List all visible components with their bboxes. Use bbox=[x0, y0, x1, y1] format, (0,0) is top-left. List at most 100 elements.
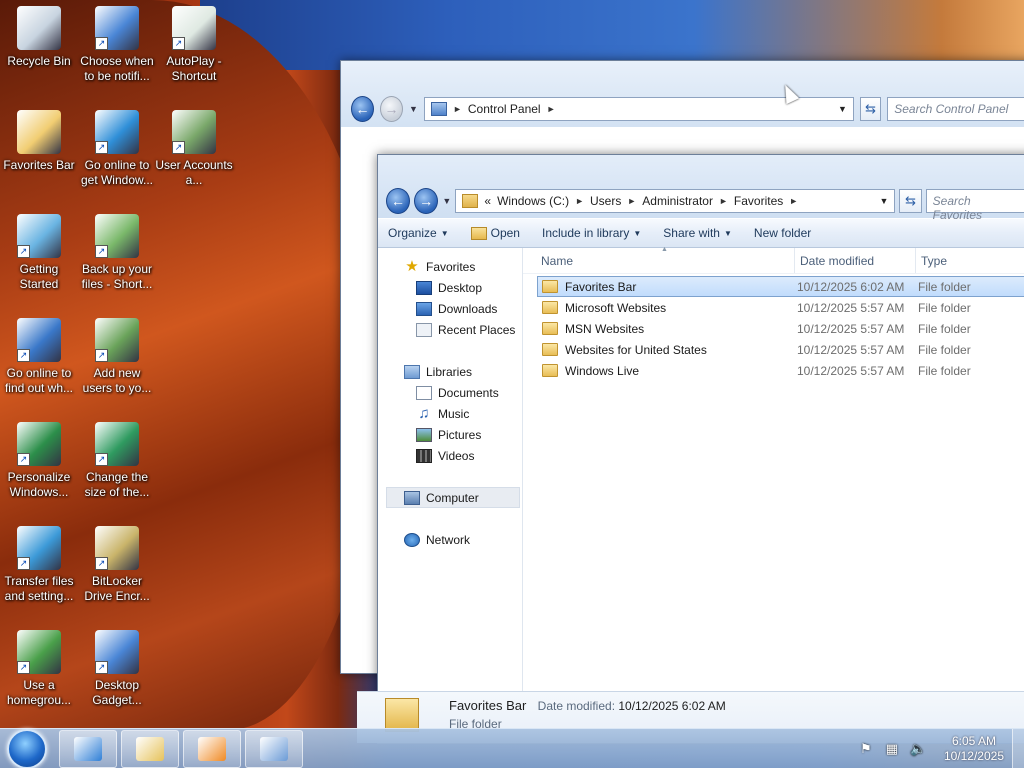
desktop-icon-label: Choose when to be notifi... bbox=[80, 54, 154, 83]
breadcrumb-administrator[interactable]: Administrator bbox=[642, 194, 713, 208]
taskbar-buttons bbox=[55, 729, 303, 768]
desktop-icon-favorites-bar[interactable]: Favorites Bar bbox=[0, 110, 78, 173]
folder-icon bbox=[542, 301, 558, 314]
windows-explorer-taskbar-button[interactable] bbox=[121, 729, 179, 768]
nav-music[interactable]: ♫ Music bbox=[378, 403, 522, 424]
desktop-icon-choose-when-to-be-notifi[interactable]: ↗ Choose when to be notifi... bbox=[78, 6, 156, 84]
file-list-pane: ▲ Name Date modified Type Favorites Bar 1… bbox=[357, 246, 1024, 743]
show-desktop-button[interactable] bbox=[1012, 729, 1024, 768]
autoplay-icon: ↗ bbox=[172, 6, 216, 50]
nav-documents[interactable]: Documents bbox=[378, 382, 522, 403]
breadcrumb-favorites[interactable]: Favorites bbox=[734, 194, 783, 208]
desktop-icon-desktop-gadget[interactable]: ↗ Desktop Gadget... bbox=[78, 630, 156, 708]
start-button[interactable] bbox=[7, 728, 47, 768]
file-date-modified: 10/12/2025 5:57 AM bbox=[797, 363, 905, 378]
breadcrumb-separator[interactable]: ► bbox=[789, 196, 798, 206]
file-type: File folder bbox=[918, 279, 971, 294]
desktop-icon-autoplay-shortcut[interactable]: ↗ AutoPlay - Shortcut bbox=[155, 6, 233, 84]
desktop-icon-getting-started[interactable]: ↗ Getting Started bbox=[0, 214, 78, 292]
control-panel-taskbar-button[interactable] bbox=[245, 729, 303, 768]
network-icon bbox=[404, 532, 420, 547]
documents-icon bbox=[416, 385, 432, 400]
nav-label: Favorites bbox=[426, 259, 476, 274]
folder-icon bbox=[542, 322, 558, 335]
open-button[interactable]: Open bbox=[470, 226, 520, 240]
clock[interactable]: 6:05 AM 10/12/2025 bbox=[944, 734, 1004, 764]
nav-network[interactable]: Network bbox=[378, 529, 522, 550]
file-name: MSN Websites bbox=[565, 321, 645, 336]
internet-explorer-taskbar-button[interactable] bbox=[59, 729, 117, 768]
desktop-icon-change-the-size-of-the[interactable]: ↗ Change the size of the... bbox=[78, 422, 156, 500]
desktop-icon-use-a-homegrou[interactable]: ↗ Use a homegrou... bbox=[0, 630, 78, 708]
back-button[interactable]: ← bbox=[351, 96, 375, 122]
desktop-icon-user-accounts-a[interactable]: ↗ User Accounts a... bbox=[155, 110, 233, 188]
file-row[interactable]: Windows Live 10/12/2025 5:57 AM File folde… bbox=[537, 360, 1024, 381]
nav-label: Videos bbox=[438, 448, 475, 463]
back-button[interactable]: ← bbox=[386, 187, 411, 214]
desktop-icon-label: Change the size of the... bbox=[84, 470, 150, 499]
action-center-flag-icon[interactable]: ⚑ bbox=[858, 741, 874, 756]
desktop-icon-back-up-your-files-short[interactable]: ↗ Back up your files - Short... bbox=[78, 214, 156, 292]
folder-icon bbox=[385, 698, 419, 732]
search-favorites-input[interactable]: Search Favorites bbox=[925, 188, 1024, 222]
recycle-bin-icon bbox=[17, 6, 61, 50]
new-folder-label: New folder bbox=[753, 226, 812, 240]
nav-favorites[interactable]: ★ Favorites bbox=[378, 256, 522, 277]
media-player-taskbar-button[interactable] bbox=[183, 729, 241, 768]
recent-pages-dropdown[interactable]: ▼ bbox=[442, 196, 451, 206]
desktop-icon-label: Favorites Bar bbox=[3, 158, 75, 172]
breadcrumb-users[interactable]: Users bbox=[590, 194, 621, 208]
nav-computer[interactable]: Computer bbox=[386, 487, 520, 508]
organize-button[interactable]: Organize ▼ bbox=[388, 226, 449, 240]
breadcrumb-separator[interactable]: ► bbox=[719, 196, 728, 206]
recent-pages-dropdown[interactable]: ▼ bbox=[409, 104, 418, 114]
desktop-icon-recycle-bin[interactable]: Recycle Bin bbox=[0, 6, 78, 69]
nav-label: Computer bbox=[426, 490, 479, 505]
nav-videos[interactable]: Videos bbox=[378, 445, 522, 466]
nav-pictures[interactable]: Pictures bbox=[378, 424, 522, 445]
file-row[interactable]: Favorites Bar 10/12/2025 6:02 AM File fold… bbox=[537, 276, 1024, 297]
forward-button[interactable]: → bbox=[414, 187, 439, 214]
share-with-button[interactable]: Share with ▼ bbox=[663, 226, 732, 240]
address-dropdown-icon[interactable]: ▼ bbox=[879, 196, 888, 206]
column-header-type[interactable]: Type bbox=[916, 248, 1024, 273]
nav-libraries[interactable]: Libraries bbox=[378, 361, 522, 382]
computer-icon bbox=[404, 490, 420, 505]
desktop-icon-label: Go online to find out wh... bbox=[4, 366, 74, 395]
desktop-icon-add-new-users-to-yo[interactable]: ↗ Add new users to yo... bbox=[78, 318, 156, 396]
file-row[interactable]: Websites for United States 10/12/2025 5:5… bbox=[537, 339, 1024, 360]
breadcrumb-windows-c[interactable]: Windows (C:) bbox=[497, 194, 569, 208]
file-row[interactable]: MSN Websites 10/12/2025 5:57 AM File folde… bbox=[537, 318, 1024, 339]
column-header-name[interactable]: Name bbox=[523, 248, 795, 273]
search-control-panel-input[interactable]: Search Control Panel bbox=[887, 97, 1024, 121]
file-row[interactable]: Microsoft Websites 10/12/2025 5:57 AM File… bbox=[537, 297, 1024, 318]
forward-button[interactable]: → bbox=[380, 96, 404, 122]
column-header-date-modified[interactable]: Date modified bbox=[795, 248, 916, 273]
breadcrumb-control-panel[interactable]: Control Panel bbox=[468, 102, 541, 116]
favorites-explorer-window[interactable]: ← → ▼ « Windows (C:) ► Users ► Administr… bbox=[357, 154, 1024, 744]
refresh-button[interactable]: ⇆ bbox=[859, 97, 882, 121]
address-bar[interactable]: « Windows (C:) ► Users ► Administrator ►… bbox=[455, 188, 896, 213]
nav-label: Downloads bbox=[438, 301, 498, 316]
address-dropdown-icon[interactable]: ▼ bbox=[838, 104, 847, 114]
breadcrumb-overflow[interactable]: « bbox=[484, 194, 491, 208]
nav-downloads[interactable]: Downloads bbox=[378, 298, 522, 319]
desktop-icon-personalize-windows[interactable]: ↗ Personalize Windows... bbox=[0, 422, 78, 500]
network-tray-icon[interactable]: ▦ bbox=[884, 741, 900, 756]
volume-muted-icon[interactable]: 🔈 bbox=[910, 741, 926, 756]
open-folder-icon bbox=[470, 226, 487, 240]
include-in-library-button[interactable]: Include in library ▼ bbox=[542, 226, 641, 240]
desktop-icon-bitlocker-drive-encr[interactable]: ↗ BitLocker Drive Encr... bbox=[78, 526, 156, 604]
desktop-icon-go-online-to-get-window[interactable]: ↗ Go online to get Window... bbox=[78, 110, 156, 188]
folder-icon bbox=[542, 343, 558, 356]
breadcrumb-separator[interactable]: ► bbox=[575, 196, 584, 206]
file-name-cell: Windows Live bbox=[538, 364, 797, 378]
breadcrumb-separator[interactable]: ► bbox=[547, 104, 556, 114]
desktop-icon-transfer-files-and-setting[interactable]: ↗ Transfer files and setting... bbox=[0, 526, 78, 604]
breadcrumb-separator[interactable]: ► bbox=[627, 196, 636, 206]
desktop-icon-go-online-to-find-out-wh[interactable]: ↗ Go online to find out wh... bbox=[0, 318, 78, 396]
new-folder-button[interactable]: New folder bbox=[754, 226, 811, 240]
nav-recent-places[interactable]: Recent Places bbox=[378, 319, 522, 340]
nav-desktop[interactable]: Desktop bbox=[378, 277, 522, 298]
refresh-button[interactable]: ⇆ bbox=[899, 188, 922, 213]
